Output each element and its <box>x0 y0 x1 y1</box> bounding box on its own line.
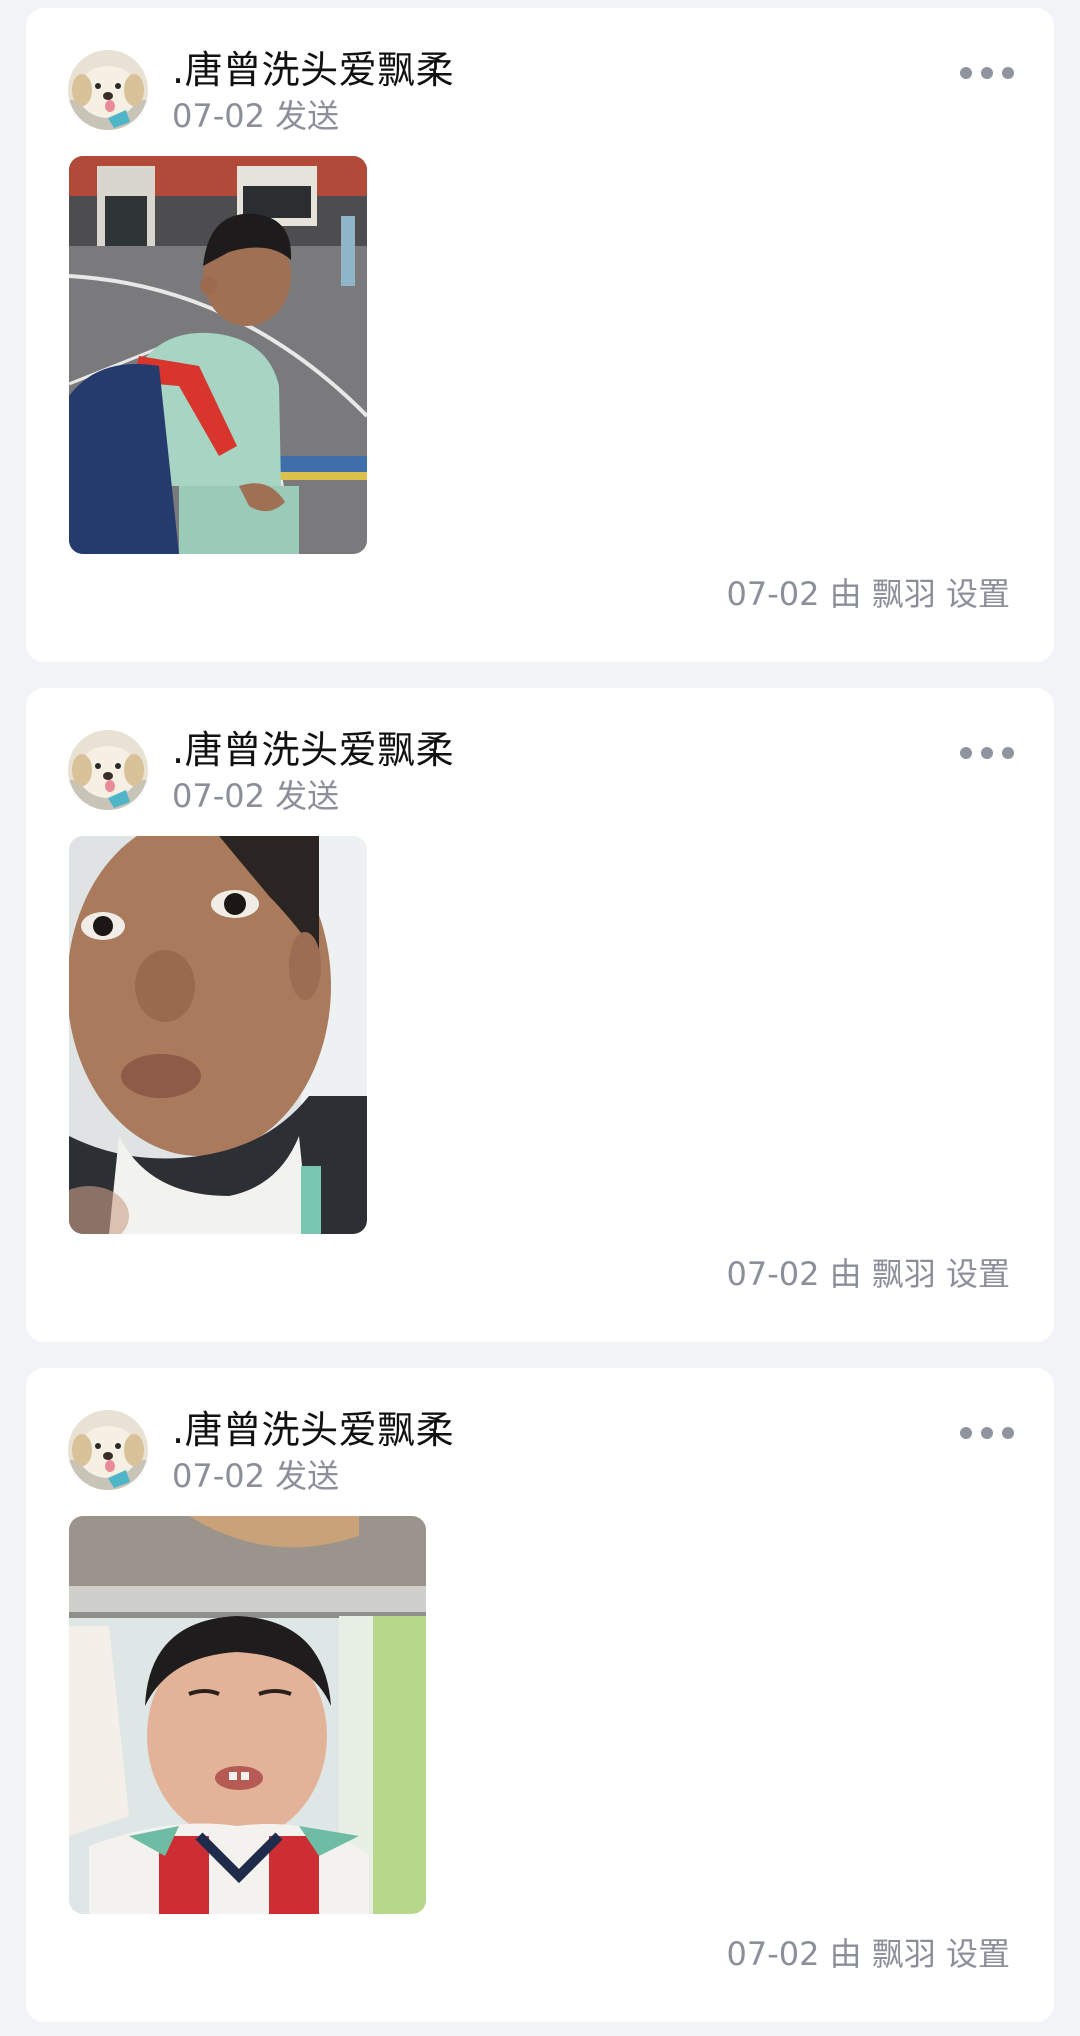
author-name[interactable]: .唐曾洗头爱飘柔 <box>172 48 454 92</box>
boy-closeup-photo <box>69 836 367 1234</box>
post-meta: 07-02 由 飘羽 设置 <box>726 1255 1010 1293</box>
post-photo[interactable] <box>69 156 367 554</box>
puppy-avatar-icon <box>68 1410 148 1490</box>
author-name[interactable]: .唐曾洗头爱飘柔 <box>172 1408 454 1452</box>
boy-under-desk-photo <box>69 1516 426 1914</box>
sent-time: 07-02 发送 <box>172 97 340 135</box>
more-dots-icon[interactable] <box>960 58 1014 88</box>
post-card: .唐曾洗头爱飘柔 07-02 发送 07-02 由 飘羽 设置 <box>26 688 1054 1342</box>
author-avatar[interactable] <box>68 50 148 130</box>
post-feed: .唐曾洗头爱飘柔 07-02 发送 07-02 由 飘羽 设置 .唐曾洗头爱飘柔… <box>0 0 1080 2036</box>
post-meta: 07-02 由 飘羽 设置 <box>726 1935 1010 1973</box>
boy-playground-photo <box>69 156 367 554</box>
author-avatar[interactable] <box>68 1410 148 1490</box>
post-photo[interactable] <box>69 836 367 1234</box>
author-avatar[interactable] <box>68 730 148 810</box>
post-card: .唐曾洗头爱飘柔 07-02 发送 07-02 由 飘羽 设置 <box>26 8 1054 662</box>
puppy-avatar-icon <box>68 730 148 810</box>
post-card: .唐曾洗头爱飘柔 07-02 发送 07-02 由 飘羽 设置 <box>26 1368 1054 2022</box>
sent-time: 07-02 发送 <box>172 1457 340 1495</box>
puppy-avatar-icon <box>68 50 148 130</box>
sent-time: 07-02 发送 <box>172 777 340 815</box>
post-meta: 07-02 由 飘羽 设置 <box>726 575 1010 613</box>
author-name[interactable]: .唐曾洗头爱飘柔 <box>172 728 454 772</box>
post-photo[interactable] <box>69 1516 426 1914</box>
more-dots-icon[interactable] <box>960 738 1014 768</box>
more-dots-icon[interactable] <box>960 1418 1014 1448</box>
